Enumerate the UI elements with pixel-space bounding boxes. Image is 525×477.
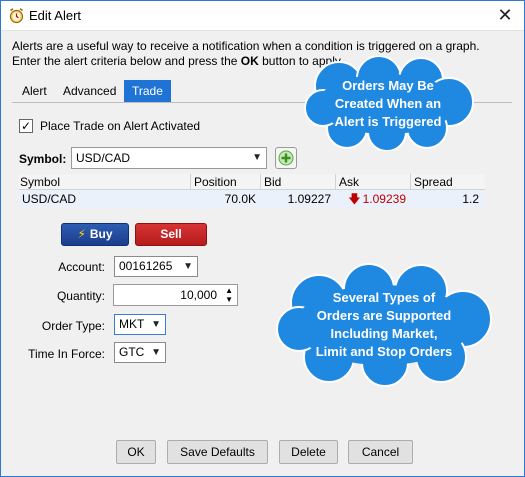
chevron-down-icon: ▼ xyxy=(183,261,193,272)
chevron-down-icon: ▼ xyxy=(151,347,161,358)
callout-bubble-order-types: Several Types of Orders are Supported In… xyxy=(273,263,495,387)
close-button[interactable]: ✕ xyxy=(492,4,518,26)
add-symbol-button[interactable] xyxy=(275,147,297,169)
callout-text-orders: Orders May Be Created When an Alert is T… xyxy=(334,77,442,129)
quantity-stepper[interactable]: 10,000 ▲ ▼ xyxy=(113,284,238,306)
cell-position: 70.0K xyxy=(224,192,256,206)
chevron-down-icon: ▼ xyxy=(151,319,161,330)
symbol-value: USD/CAD xyxy=(76,151,131,165)
edit-alert-window: Edit Alert ✕ Alerts are a useful way to … xyxy=(0,0,525,477)
table-row[interactable]: USD/CAD 70.0K 1.09227 🡇 1.09239 1.2 xyxy=(19,190,485,208)
intro-line-1: Alerts are a useful way to receive a not… xyxy=(12,39,480,53)
spinner-arrows-icon[interactable]: ▲ ▼ xyxy=(225,286,233,304)
tab-trade[interactable]: Trade xyxy=(124,80,171,102)
symbol-label: Symbol: xyxy=(19,152,67,166)
close-icon: ✕ xyxy=(497,5,513,25)
order-type-select[interactable]: MKT ▼ xyxy=(114,314,166,335)
grid-header: Symbol Position Bid Ask Spread xyxy=(19,174,485,190)
header-ask[interactable]: Ask xyxy=(335,174,410,190)
time-in-force-label: Time In Force: xyxy=(28,347,105,361)
tab-alert[interactable]: Alert xyxy=(16,80,53,102)
time-in-force-select[interactable]: GTC ▼ xyxy=(114,342,166,363)
down-arrow-icon: 🡇 xyxy=(348,192,361,206)
save-defaults-button[interactable]: Save Defaults xyxy=(167,440,268,464)
lightning-icon: ⚡ xyxy=(77,227,86,241)
header-position[interactable]: Position xyxy=(190,174,260,190)
order-type-value: MKT xyxy=(119,317,145,331)
symbol-grid: Symbol Position Bid Ask Spread USD/CAD 7… xyxy=(19,174,485,208)
place-trade-checkbox[interactable]: ✓ xyxy=(19,119,33,133)
ok-button[interactable]: OK xyxy=(116,440,156,464)
cell-spread: 1.2 xyxy=(462,192,479,206)
place-trade-label: Place Trade on Alert Activated xyxy=(40,119,201,133)
delete-button[interactable]: Delete xyxy=(279,440,338,464)
header-spread[interactable]: Spread xyxy=(410,174,485,190)
sell-button[interactable]: Sell xyxy=(135,223,207,246)
account-label: Account: xyxy=(58,260,105,274)
buy-button[interactable]: ⚡ Buy xyxy=(61,223,129,246)
tab-advanced[interactable]: Advanced xyxy=(57,80,122,102)
cell-ask: 🡇 1.09239 xyxy=(348,192,406,206)
cancel-button[interactable]: Cancel xyxy=(348,440,413,464)
symbol-select[interactable]: USD/CAD ▼ xyxy=(71,147,267,169)
chevron-down-icon: ▼ xyxy=(252,152,262,163)
quantity-value: 10,000 xyxy=(180,288,217,302)
callout-text-order-types: Several Types of Orders are Supported In… xyxy=(315,290,453,359)
title-bar: Edit Alert ✕ xyxy=(1,1,524,31)
callout-bubble-orders: Orders May Be Created When an Alert is T… xyxy=(299,56,477,151)
window-title: Edit Alert xyxy=(29,8,82,23)
time-in-force-value: GTC xyxy=(119,345,145,359)
order-type-label: Order Type: xyxy=(41,319,105,333)
quantity-label: Quantity: xyxy=(56,289,105,303)
cell-symbol: USD/CAD xyxy=(22,192,77,206)
alarm-clock-icon xyxy=(9,8,24,24)
account-value: 00161265 xyxy=(119,259,173,273)
plus-icon xyxy=(278,150,294,166)
cell-bid: 1.09227 xyxy=(287,192,331,206)
header-symbol[interactable]: Symbol xyxy=(19,174,190,190)
account-select[interactable]: 00161265 ▼ xyxy=(114,256,198,277)
header-bid[interactable]: Bid xyxy=(260,174,335,190)
